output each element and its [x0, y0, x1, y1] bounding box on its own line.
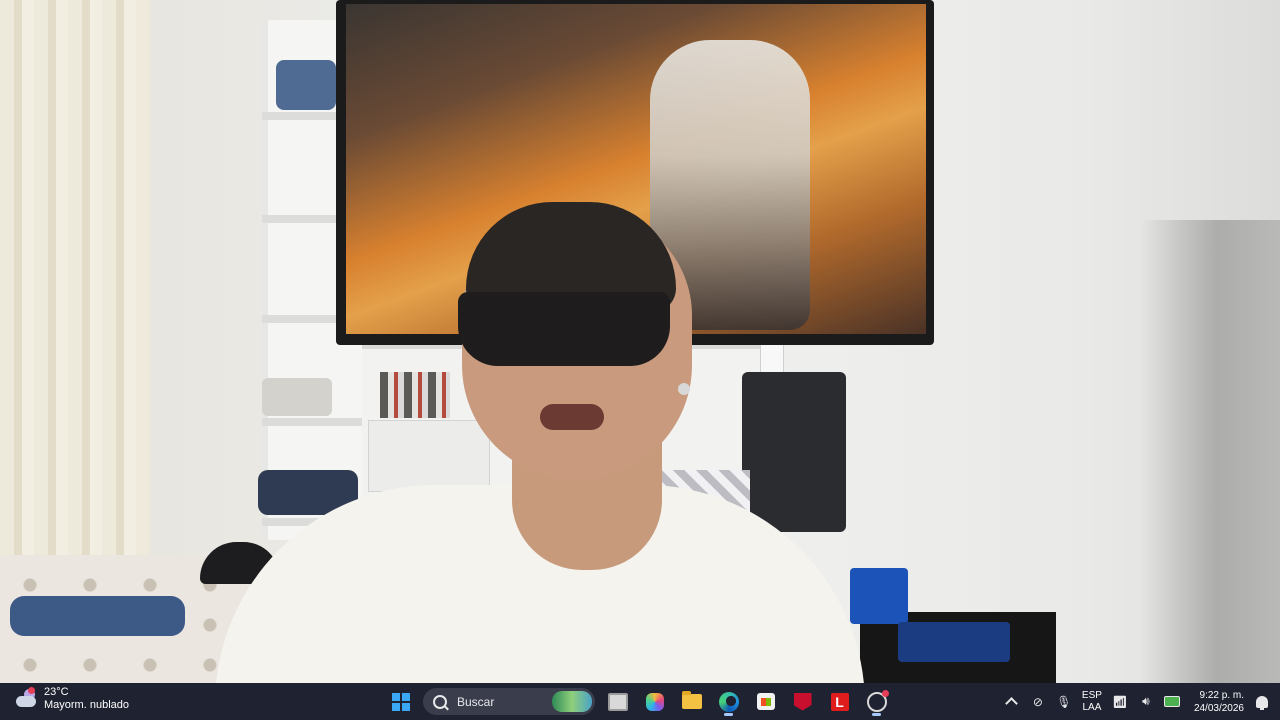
jeans: [10, 596, 185, 636]
language-top: ESP: [1081, 689, 1102, 701]
clock-date: 24/03/2026: [1193, 702, 1244, 714]
folded-clothes: [276, 60, 336, 110]
notification-bell-icon: [1256, 695, 1268, 710]
store-button[interactable]: [751, 687, 780, 716]
store-icon: [756, 693, 775, 710]
edge-icon: [718, 691, 739, 712]
taskbar: 23°C Mayorm. nublado Buscar L ⊘ 🎙︎ ESP L…: [0, 683, 1280, 720]
camera-feed: [0, 0, 1280, 683]
mcafee-button[interactable]: [788, 687, 817, 716]
file-explorer-button[interactable]: [677, 687, 706, 716]
language-bottom: LAA: [1082, 701, 1102, 713]
earring: [678, 383, 690, 395]
game-boxes: [850, 568, 908, 624]
weather-cloud-moon-icon: [14, 687, 38, 710]
language-indicator[interactable]: ESP LAA: [1082, 690, 1102, 714]
edge-button[interactable]: [714, 687, 743, 716]
task-view-button[interactable]: [603, 687, 632, 716]
mcafee-icon: [793, 692, 812, 711]
shelf-board: [262, 418, 372, 426]
camera-ring-icon: [866, 689, 889, 712]
weather-widget[interactable]: 23°C Mayorm. nublado: [14, 686, 129, 712]
wall-shadow: [1140, 220, 1280, 683]
weather-temperature: 23°C: [44, 686, 69, 698]
search-input[interactable]: Buscar: [423, 688, 595, 715]
person-mouth: [540, 404, 604, 430]
folder-icon: [681, 691, 702, 709]
copilot-icon: [645, 692, 664, 711]
start-button[interactable]: [386, 687, 415, 716]
speaker: [742, 372, 846, 532]
l-icon: L: [830, 692, 849, 711]
windows-logo-icon: [391, 692, 410, 711]
clock-time: 9:22 p. m.: [1199, 689, 1244, 701]
sunglasses: [458, 292, 670, 366]
bottles: [380, 372, 450, 418]
weather-text: 23°C Mayorm. nublado: [44, 686, 129, 712]
weather-condition: Mayorm. nublado: [44, 699, 129, 711]
search-placeholder: Buscar: [457, 694, 495, 709]
show-hidden-icons-button[interactable]: [1004, 694, 1020, 710]
active-indicator: [872, 713, 881, 716]
task-view-icon: [607, 692, 628, 711]
copilot-button[interactable]: [640, 687, 669, 716]
chevron-up-icon: [1005, 697, 1019, 710]
lenovo-button[interactable]: L: [825, 687, 854, 716]
clock[interactable]: 9:22 p. m. 24/03/2026: [1194, 689, 1244, 715]
battery-button[interactable]: [1163, 694, 1180, 710]
search-highlight-icon: [552, 691, 592, 712]
location-off-icon[interactable]: ⊘: [1030, 694, 1046, 710]
curtain: [0, 0, 150, 600]
camera-button[interactable]: [862, 687, 891, 716]
search-icon: [433, 694, 447, 709]
system-tray: ⊘ 🎙︎ ESP LAA 📶︎ 🔊︎ 9:22 p. m. 24/03/2026: [1004, 683, 1270, 720]
microphone-icon[interactable]: 🎙︎: [1056, 694, 1072, 710]
wifi-icon[interactable]: 📶︎: [1112, 694, 1128, 710]
notifications-button[interactable]: [1254, 694, 1270, 710]
battery-icon: [1163, 696, 1180, 707]
taskbar-apps: Buscar L: [386, 685, 891, 718]
volume-icon[interactable]: 🔊︎: [1138, 694, 1154, 710]
active-indicator: [724, 713, 733, 716]
folded-clothes: [262, 378, 332, 416]
cabinet-door: [368, 420, 490, 492]
game-boxes: [898, 622, 1010, 662]
